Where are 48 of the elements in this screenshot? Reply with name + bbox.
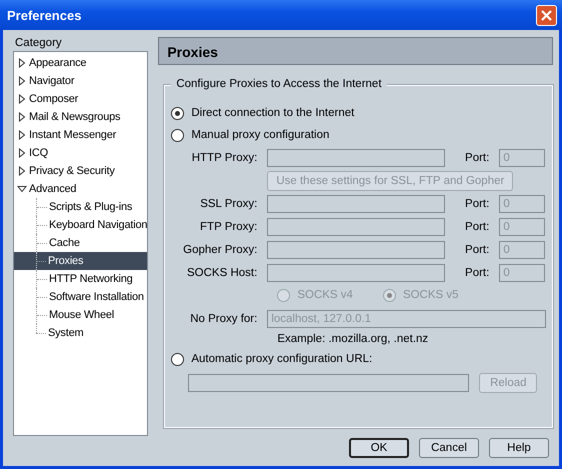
tree-item[interactable]: Composer — [14, 90, 148, 108]
radio-label: Automatic proxy configuration URL: — [191, 353, 372, 365]
radio-button[interactable] — [171, 128, 184, 142]
tree-item[interactable]: Appearance — [14, 54, 148, 72]
port-label: Port: — [464, 266, 490, 278]
port-label: Port: — [464, 198, 490, 210]
tree-item[interactable]: Advanced — [14, 180, 148, 198]
radio-label: SOCKS v5 — [402, 289, 459, 301]
tree-item[interactable]: HTTP Networking — [36, 270, 148, 288]
port-label: Port: — [464, 220, 490, 232]
dialog-button[interactable]: Help — [489, 438, 549, 458]
group-title: Configure Proxies to Access the Internet — [171, 78, 387, 90]
tree-item[interactable]: System — [36, 324, 148, 342]
panel-header: Proxies — [158, 37, 554, 65]
tree-item[interactable]: Privacy & Security — [14, 162, 148, 180]
dialog-button[interactable]: Cancel — [419, 438, 479, 458]
tree-item[interactable]: Keyboard Navigation — [36, 216, 148, 234]
radio-option[interactable]: Direct connection to the Internet — [171, 102, 546, 124]
close-icon — [541, 10, 552, 20]
radio-button[interactable] — [171, 106, 184, 120]
tree-item[interactable]: Software Installation — [36, 288, 148, 306]
tree-item[interactable]: ICQ — [14, 144, 148, 162]
radio-label: SOCKS v4 — [297, 289, 353, 301]
field-label: SOCKS Host: — [186, 266, 258, 278]
port-label: Port: — [464, 244, 490, 256]
radio-button[interactable] — [171, 352, 184, 366]
close-button[interactable] — [536, 4, 557, 26]
radio-option[interactable]: Manual proxy configuration — [171, 124, 546, 146]
tree-item[interactable]: Navigator — [14, 72, 148, 90]
dialog-button[interactable]: OK — [349, 438, 409, 458]
tree-item[interactable]: Instant Messenger — [14, 126, 148, 144]
field-label: HTTP Proxy: — [190, 152, 258, 164]
radio-label: Manual proxy configuration — [191, 129, 330, 141]
tree-item[interactable]: Mouse Wheel — [36, 306, 148, 324]
field-label: SSL Proxy: — [199, 198, 258, 210]
field-label: FTP Proxy: — [199, 220, 258, 232]
port-label: Port: — [464, 152, 490, 164]
tree-item[interactable]: Proxies — [14, 252, 148, 270]
tree-item[interactable]: Scripts & Plug-ins — [36, 198, 148, 216]
field-label: No Proxy for: — [189, 312, 258, 324]
expanded-triangle-icon — [17, 184, 27, 194]
radio-option[interactable]: Automatic proxy configuration URL: — [171, 348, 546, 370]
window-title: Preferences — [7, 8, 82, 22]
radio-label: Direct connection to the Internet — [191, 107, 354, 119]
field-label: Gopher Proxy: — [182, 244, 258, 256]
example-text: Example: .mozilla.org, .net.nz — [277, 332, 430, 347]
category-label: Category — [15, 36, 63, 51]
tree-item[interactable]: Mail & Newsgroups — [14, 108, 148, 126]
